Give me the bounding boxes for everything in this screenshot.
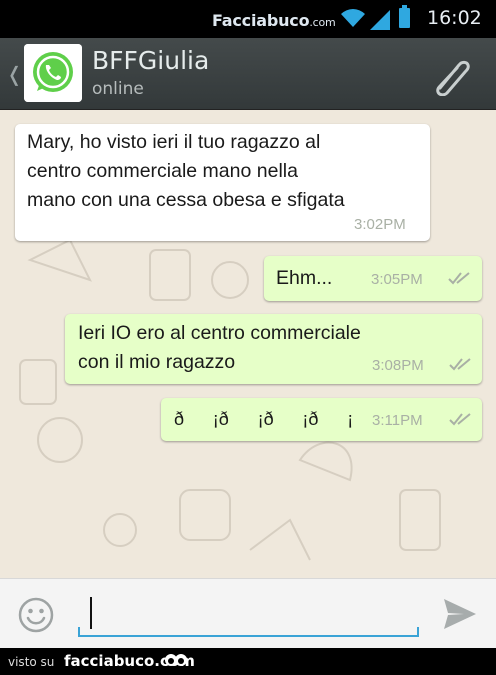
signal-icon bbox=[370, 10, 390, 30]
read-ticks-icon bbox=[449, 413, 471, 426]
read-ticks-icon bbox=[449, 358, 471, 371]
smiley-icon[interactable] bbox=[18, 597, 54, 633]
eyes-logo-icon bbox=[165, 654, 187, 666]
message-bubble-outgoing[interactable]: ð¡ð¡ð¡ð¡ 3:11PM bbox=[161, 398, 482, 441]
message-time: 3:11PM bbox=[372, 412, 423, 429]
message-line: ð¡ð¡ð¡ð¡ bbox=[174, 409, 354, 429]
wifi-icon bbox=[341, 9, 365, 27]
conversation-header: ❬ BFFGiulia online bbox=[0, 38, 496, 110]
message-composer bbox=[0, 578, 496, 648]
paperclip-icon[interactable] bbox=[430, 56, 472, 96]
contact-status: online bbox=[92, 79, 144, 99]
chat-area[interactable]: Mary, ho visto ieri il tuo ragazzo al ce… bbox=[0, 110, 496, 578]
message-time: 3:08PM bbox=[372, 357, 424, 374]
message-line: centro commerciale mano nella bbox=[27, 160, 298, 182]
read-ticks-icon bbox=[448, 272, 470, 285]
brand-name: Facciabuco bbox=[212, 11, 310, 30]
message-line: mano con una cessa obesa e sfigata bbox=[27, 189, 345, 211]
message-line: Mary, ho visto ieri il tuo ragazzo al bbox=[27, 131, 321, 153]
message-input[interactable] bbox=[94, 597, 414, 631]
battery-icon bbox=[399, 5, 410, 28]
message-line: Ehm... bbox=[276, 267, 333, 289]
status-bar: Facciabuco.com 16:02 bbox=[0, 0, 496, 38]
message-time: 3:05PM bbox=[371, 271, 423, 288]
message-time: 3:02PM bbox=[354, 216, 406, 233]
send-icon[interactable] bbox=[442, 597, 478, 631]
message-line: Ieri IO ero al centro commerciale bbox=[78, 322, 361, 344]
message-line: con il mio ragazzo bbox=[78, 351, 236, 373]
status-brand: Facciabuco.com bbox=[212, 11, 336, 30]
back-icon[interactable]: ❬ bbox=[6, 62, 23, 86]
message-bubble-outgoing[interactable]: Ieri IO ero al centro commerciale con il… bbox=[65, 314, 482, 384]
contact-avatar[interactable] bbox=[24, 44, 82, 102]
contact-name[interactable]: BFFGiulia bbox=[92, 46, 209, 75]
watermark-footer: visto su facciabuco.com bbox=[0, 648, 496, 675]
whatsapp-logo-icon bbox=[24, 44, 82, 102]
message-bubble-outgoing[interactable]: Ehm... 3:05PM bbox=[264, 256, 482, 301]
message-input-field[interactable] bbox=[78, 593, 419, 637]
brand-suffix: .com bbox=[309, 16, 336, 29]
status-time: 16:02 bbox=[427, 7, 482, 29]
watermark-visto: visto su bbox=[8, 655, 55, 669]
text-caret bbox=[90, 597, 92, 629]
message-bubble-incoming[interactable]: Mary, ho visto ieri il tuo ragazzo al ce… bbox=[15, 124, 430, 241]
